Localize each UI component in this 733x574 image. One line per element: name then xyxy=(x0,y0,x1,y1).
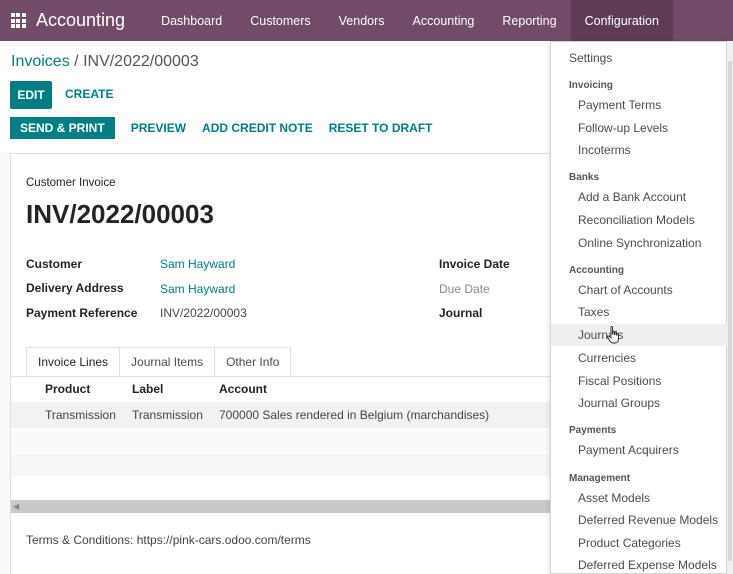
menu-item-settings[interactable]: Settings xyxy=(551,47,727,69)
payment-reference-label: Payment Reference xyxy=(26,306,138,320)
scrollbar-thumb[interactable] xyxy=(728,61,732,561)
apps-menu-icon[interactable] xyxy=(0,0,36,41)
row-product: Transmission xyxy=(45,408,116,422)
horizontal-scrollbar[interactable]: ◀ xyxy=(11,500,551,513)
send-print-button[interactable]: SEND & PRINT xyxy=(10,117,115,139)
menu-item-online-synchronization[interactable]: Online Synchronization xyxy=(551,232,727,254)
menu-item-reconciliation-models[interactable]: Reconciliation Models xyxy=(551,209,727,231)
invoice-type-label: Customer Invoice xyxy=(26,177,116,189)
breadcrumb-separator: / xyxy=(74,53,79,70)
menu-header-management: Management xyxy=(569,473,631,484)
column-account[interactable]: Account xyxy=(219,382,267,396)
breadcrumb-invoices-link[interactable]: Invoices xyxy=(11,53,70,70)
empty-row xyxy=(11,454,551,476)
due-date-label: Due Date xyxy=(439,282,490,296)
nav-dashboard[interactable]: Dashboard xyxy=(147,0,236,41)
journal-label: Journal xyxy=(439,306,483,320)
menu-item-journal-groups[interactable]: Journal Groups xyxy=(551,392,727,414)
row-label: Transmission xyxy=(132,408,203,422)
notebook-tabs: Invoice Lines Journal Items Other Info xyxy=(26,347,292,377)
nav-configuration[interactable]: Configuration xyxy=(570,0,673,41)
menu-item-journals[interactable]: Journals xyxy=(551,324,727,346)
menu-item-fiscal-positions[interactable]: Fiscal Positions xyxy=(551,370,727,392)
menu-item-asset-models[interactable]: Asset Models xyxy=(551,487,727,509)
edit-button[interactable]: EDIT xyxy=(10,81,52,109)
column-product[interactable]: Product xyxy=(45,382,90,396)
menu-header-payments: Payments xyxy=(569,425,617,436)
customer-value[interactable]: Sam Hayward xyxy=(160,257,235,271)
delivery-address-value[interactable]: Sam Hayward xyxy=(160,282,235,296)
add-credit-note-button[interactable]: ADD CREDIT NOTE xyxy=(202,121,313,135)
invoice-form-sheet: Customer Invoice INV/2022/00003 Customer… xyxy=(10,153,551,574)
menu-item-product-categories[interactable]: Product Categories xyxy=(551,532,727,554)
configuration-dropdown-menu: Settings Invoicing Payment Terms Follow-… xyxy=(550,41,727,574)
menu-item-payment-acquirers[interactable]: Payment Acquirers xyxy=(551,439,727,461)
menu-item-incoterms[interactable]: Incoterms xyxy=(551,139,727,161)
menu-item-currencies[interactable]: Currencies xyxy=(551,347,727,369)
table-row[interactable]: Transmission Transmission 700000 Sales r… xyxy=(11,402,551,428)
tab-divider xyxy=(11,376,551,377)
nav-reporting[interactable]: Reporting xyxy=(488,0,570,41)
menu-header-banks: Banks xyxy=(569,172,600,183)
empty-row xyxy=(11,430,551,452)
control-panel: Invoices / INV/2022/00003 EDIT CREATE SE… xyxy=(0,41,550,153)
hand-cursor-icon xyxy=(606,326,619,344)
menu-item-follow-up-levels[interactable]: Follow-up Levels xyxy=(551,117,727,139)
action-bar: SEND & PRINT PREVIEW ADD CREDIT NOTE RES… xyxy=(10,117,432,139)
tab-journal-items[interactable]: Journal Items xyxy=(119,347,216,377)
menu-header-invoicing: Invoicing xyxy=(569,80,613,91)
column-label[interactable]: Label xyxy=(132,382,163,396)
delivery-address-label: Delivery Address xyxy=(26,281,124,295)
vertical-scrollbar[interactable] xyxy=(727,41,733,574)
invoice-date-label: Invoice Date xyxy=(439,257,510,271)
breadcrumb: Invoices / INV/2022/00003 xyxy=(11,53,199,71)
invoice-number: INV/2022/00003 xyxy=(26,199,214,229)
terms-and-conditions: Terms & Conditions: https://pink-cars.od… xyxy=(26,533,311,547)
lines-table-header: Product Label Account xyxy=(11,378,551,401)
top-navbar: Accounting Dashboard Customers Vendors A… xyxy=(0,0,733,41)
menu-item-chart-of-accounts[interactable]: Chart of Accounts xyxy=(551,279,727,301)
app-brand[interactable]: Accounting xyxy=(36,10,125,31)
menu-item-deferred-expense-models[interactable]: Deferred Expense Models xyxy=(551,554,727,574)
menu-header-accounting: Accounting xyxy=(569,265,624,276)
payment-reference-value: INV/2022/00003 xyxy=(160,306,247,320)
row-account: 700000 Sales rendered in Belgium (marcha… xyxy=(219,408,490,422)
menu-item-taxes[interactable]: Taxes xyxy=(551,301,727,323)
nav-customers[interactable]: Customers xyxy=(236,0,324,41)
preview-button[interactable]: PREVIEW xyxy=(131,121,186,135)
create-button[interactable]: CREATE xyxy=(65,87,113,101)
customer-label: Customer xyxy=(26,257,83,271)
menu-item-deferred-revenue-models[interactable]: Deferred Revenue Models xyxy=(551,509,727,531)
tab-other-info[interactable]: Other Info xyxy=(214,347,292,377)
tab-invoice-lines[interactable]: Invoice Lines xyxy=(26,347,121,377)
nav-accounting[interactable]: Accounting xyxy=(399,0,489,41)
scroll-left-icon[interactable]: ◀ xyxy=(13,502,19,511)
menu-item-add-bank-account[interactable]: Add a Bank Account xyxy=(551,186,727,208)
nav-vendors[interactable]: Vendors xyxy=(325,0,399,41)
breadcrumb-current: INV/2022/00003 xyxy=(83,53,199,70)
menu-item-payment-terms[interactable]: Payment Terms xyxy=(551,94,727,116)
reset-to-draft-button[interactable]: RESET TO DRAFT xyxy=(329,121,433,135)
